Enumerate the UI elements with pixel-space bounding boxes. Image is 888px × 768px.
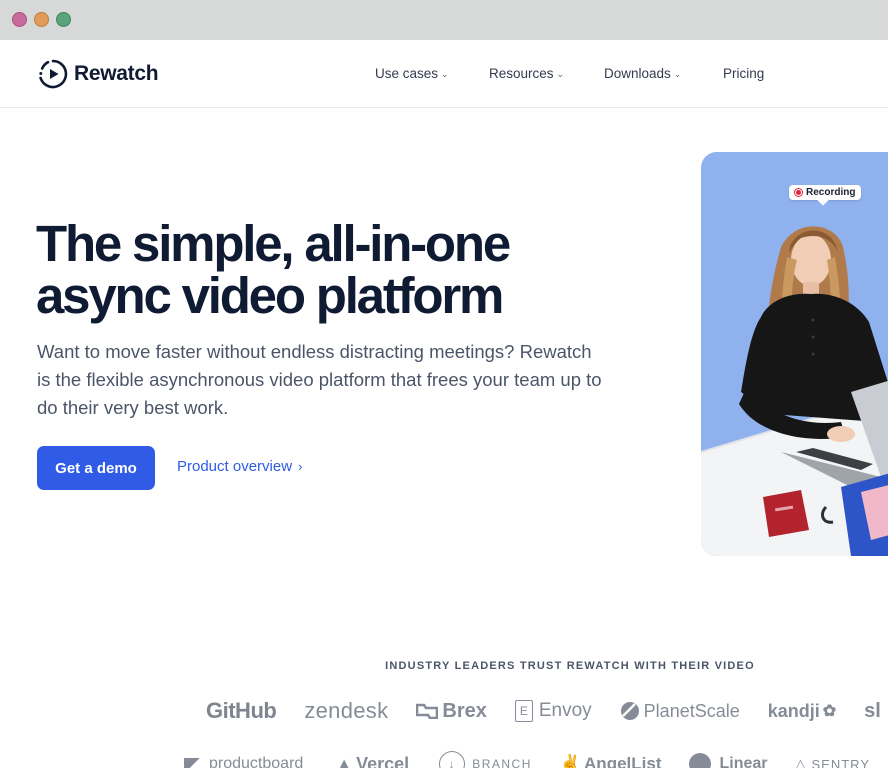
product-overview-label: Product overview (177, 458, 293, 475)
customer-logos-row-2: productboard ▲ Vercel ↓ BRANCH ✌ AngelLi… (184, 750, 870, 768)
hero-title: The simple, all-in-one async video platf… (36, 218, 596, 322)
brand-logo[interactable]: Rewatch (37, 58, 159, 90)
product-overview-link[interactable]: Product overview › (177, 458, 302, 475)
angellist-hand-icon: ✌ (559, 754, 582, 768)
brand-name: Rewatch (74, 62, 159, 85)
top-nav: Rewatch Use cases ⌄ Resources ⌄ Download… (0, 40, 888, 108)
customer-logos-row-1: GitHub zendesk Brex E Envoy PlanetScale … (206, 697, 881, 725)
logo-envoy: E Envoy (514, 700, 592, 722)
logo-github-text: GitHub (206, 698, 277, 723)
minimize-window-button[interactable] (34, 12, 49, 27)
logo-brex-text: Brex (442, 699, 487, 722)
chevron-right-icon: › (298, 459, 303, 474)
planetscale-icon (620, 702, 639, 720)
hero-subtitle: Want to move faster without endless dist… (37, 341, 602, 418)
sentry-icon: △ (795, 756, 807, 768)
logo-kandji-text: kandji (767, 700, 820, 721)
logo-angellist: ✌ AngelList (560, 754, 662, 768)
maximize-window-button[interactable] (56, 12, 71, 27)
logo-github: GitHub (206, 698, 277, 724)
get-demo-button[interactable]: Get a demo (37, 446, 155, 490)
logo-branch-text: BRANCH (472, 757, 532, 768)
logo-partial: sl (864, 700, 881, 723)
branch-icon: ↓ (439, 751, 466, 768)
logo-linear-text: Linear (719, 755, 768, 768)
nav-downloads[interactable]: Downloads ⌄ (604, 66, 681, 81)
hero-title-line-1: The simple, all-in-one (36, 215, 511, 272)
logo-sentry: △ SENTRY (796, 756, 871, 768)
recording-badge: Recording (789, 185, 862, 200)
nav-use-cases[interactable]: Use cases ⌄ (375, 66, 449, 81)
recording-label: Recording (806, 187, 856, 198)
trust-heading: INDUSTRY LEADERS TRUST REWATCH WITH THEI… (385, 660, 755, 672)
brex-icon (416, 703, 439, 719)
nav-pricing-label: Pricing (723, 66, 765, 81)
logo-planetscale: PlanetScale (620, 701, 740, 722)
logo-kandji: kandji ✿ (768, 701, 836, 722)
logo-partial-text: sl (864, 699, 881, 722)
nav-resources[interactable]: Resources ⌄ (489, 66, 564, 81)
chevron-down-icon: ⌄ (441, 69, 449, 79)
logo-branch: ↓ BRANCH (439, 751, 532, 768)
chevron-down-icon: ⌄ (673, 69, 682, 79)
logo-linear: Linear (689, 753, 768, 768)
logo-zendesk: zendesk (304, 698, 388, 724)
logo-zendesk-text: zendesk (304, 698, 389, 723)
logo-envoy-text: Envoy (538, 700, 592, 721)
close-window-button[interactable] (12, 12, 27, 27)
vercel-triangle-icon: ▲ (335, 753, 354, 768)
window-titlebar (0, 0, 888, 40)
productboard-icon (184, 758, 204, 768)
logo-planetscale-text: PlanetScale (643, 700, 740, 721)
hero-title-line-2: async video platform (36, 267, 504, 324)
logo-vercel: ▲ Vercel (335, 754, 409, 768)
linear-icon (689, 753, 712, 768)
logo-vercel-text: Vercel (356, 753, 410, 768)
rewatch-logo-icon (39, 59, 68, 89)
nav-resources-label: Resources (489, 66, 554, 81)
nav-use-cases-label: Use cases (375, 66, 439, 81)
nav-downloads-label: Downloads (604, 66, 671, 81)
record-icon (794, 188, 803, 197)
envoy-icon: E (514, 700, 533, 722)
hero-image: Recording (701, 152, 888, 556)
woman-at-laptop-illustration (701, 152, 888, 556)
logo-angellist-text: AngelList (584, 754, 662, 768)
logo-productboard-text: productboard (209, 755, 304, 768)
logo-sentry-text: SENTRY (811, 756, 870, 768)
kandji-bee-icon: ✿ (822, 703, 837, 720)
chevron-down-icon: ⌄ (556, 69, 565, 79)
logo-brex: Brex (416, 699, 487, 723)
nav-pricing[interactable]: Pricing (723, 66, 764, 81)
logo-productboard: productboard (184, 755, 303, 768)
